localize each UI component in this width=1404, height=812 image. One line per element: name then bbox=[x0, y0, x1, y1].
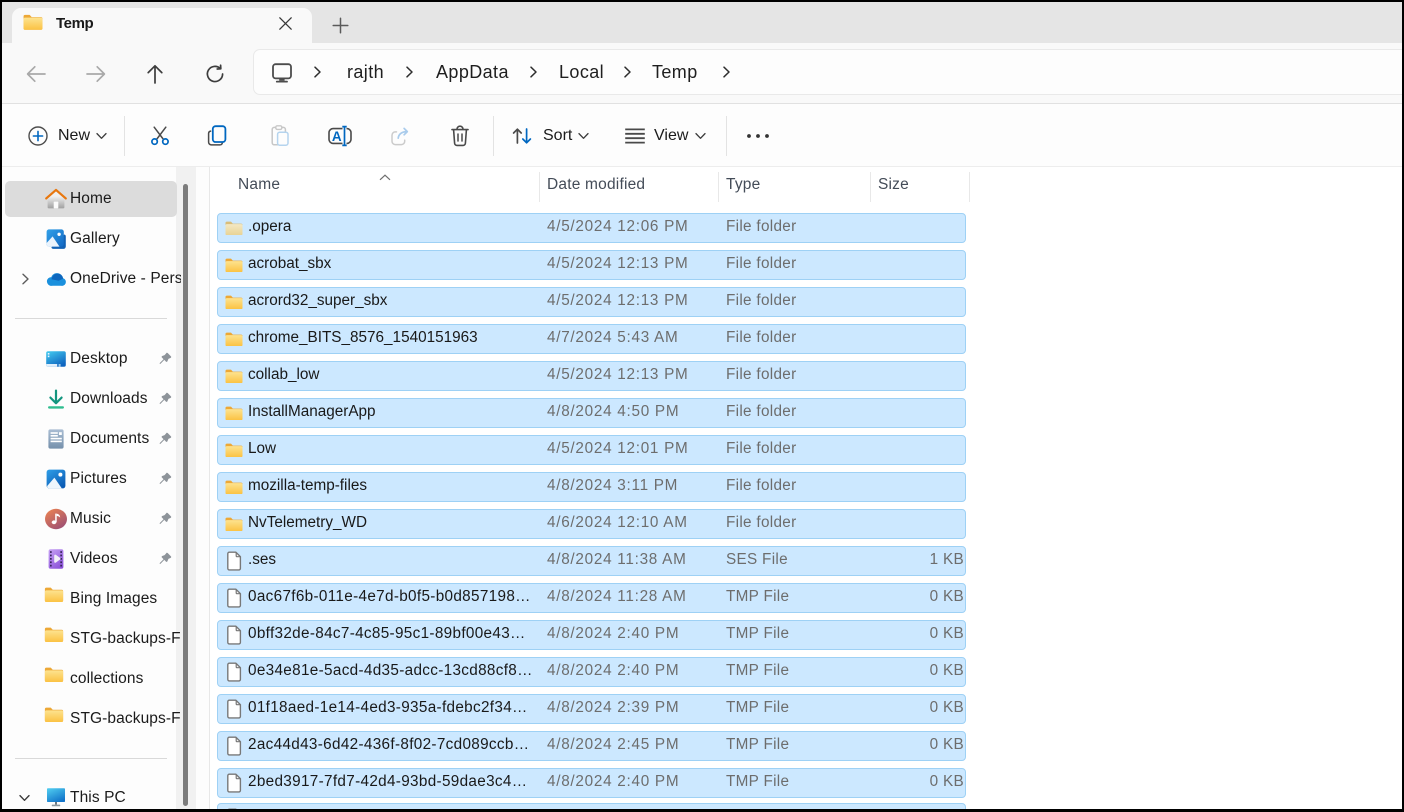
svg-text:A: A bbox=[332, 129, 342, 144]
